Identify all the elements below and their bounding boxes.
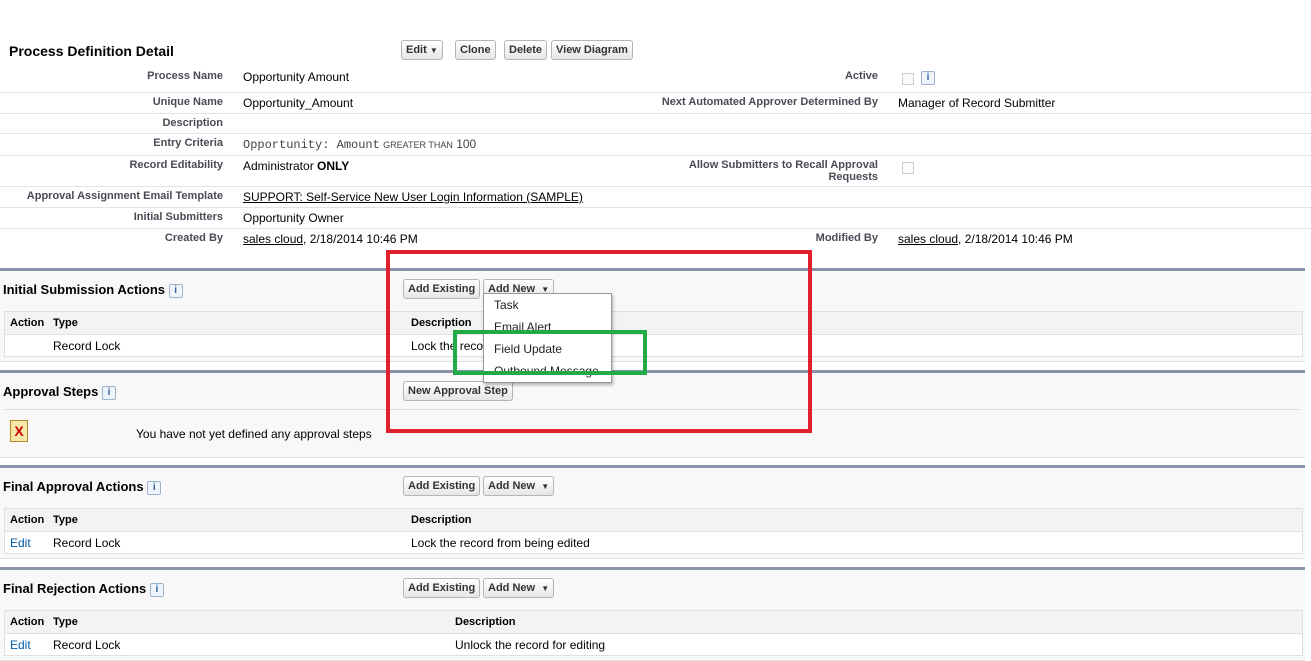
- chevron-down-icon: ▼: [429, 46, 438, 55]
- editability-text: Administrator: [243, 159, 314, 173]
- created-date: , 2/18/2014 10:46 PM: [303, 232, 418, 246]
- row-type: Record Lock: [53, 638, 121, 652]
- page-title: Process Definition Detail: [9, 43, 174, 59]
- actions-table: Action Type Description Edit Record Lock…: [4, 610, 1303, 656]
- row-type: Record Lock: [53, 339, 121, 353]
- record-editability-value: Administrator ONLY: [243, 159, 349, 173]
- actions-table: Action Type Description Edit Record Lock…: [4, 508, 1303, 554]
- add-new-label: Add New: [488, 582, 536, 594]
- column-description: Description: [411, 514, 472, 526]
- info-icon[interactable]: i: [168, 283, 183, 298]
- view-diagram-button[interactable]: View Diagram: [551, 40, 633, 60]
- modified-date: , 2/18/2014 10:46 PM: [958, 232, 1073, 246]
- column-action: Action: [10, 514, 45, 526]
- created-by-user-link[interactable]: sales cloud: [243, 232, 303, 246]
- divider: [0, 113, 1311, 114]
- section-title-text: Final Rejection Actions: [3, 581, 147, 596]
- section-title-text: Approval Steps: [3, 384, 99, 399]
- modified-by-label: Modified By: [815, 232, 878, 244]
- column-type: Type: [53, 317, 78, 329]
- section-title-text: Initial Submission Actions: [3, 282, 166, 297]
- column-type: Type: [53, 514, 78, 526]
- add-existing-button[interactable]: Add Existing: [403, 578, 481, 598]
- edit-button[interactable]: Edit ▼: [401, 40, 443, 60]
- section-title: Initial Submission Actions i: [3, 282, 183, 298]
- edit-label: Edit: [406, 44, 427, 56]
- table-header: [5, 611, 1302, 634]
- add-new-button[interactable]: Add New ▼: [483, 578, 555, 598]
- final-rejection-section: Final Rejection Actions i Add Existing A…: [0, 567, 1305, 661]
- column-action: Action: [10, 317, 45, 329]
- section-title: Approval Steps i: [3, 384, 116, 400]
- section-title: Final Approval Actions i: [3, 479, 162, 495]
- info-icon[interactable]: i: [147, 480, 162, 495]
- unique-name-label: Unique Name: [152, 96, 223, 108]
- created-by-label: Created By: [164, 232, 223, 244]
- created-by-value: sales cloud, 2/18/2014 10:46 PM: [243, 232, 418, 246]
- section-title: Final Rejection Actions i: [3, 581, 164, 597]
- chevron-down-icon: ▼: [541, 482, 550, 491]
- email-template-link[interactable]: SUPPORT: Self-Service New User Login Inf…: [243, 190, 583, 204]
- entry-operator: GREATER THAN: [383, 140, 453, 150]
- delete-button[interactable]: Delete: [504, 40, 548, 60]
- entry-criteria-value: Opportunity: Amount GREATER THAN 100: [243, 137, 476, 152]
- modified-by-user-link[interactable]: sales cloud: [898, 232, 958, 246]
- next-approver-label: Next Automated Approver Determined By: [661, 96, 878, 108]
- add-new-label: Add New: [488, 480, 536, 492]
- process-name-label: Process Name: [147, 70, 223, 82]
- allow-recall-checkbox: [902, 162, 914, 174]
- email-template-label: Approval Assignment Email Template: [26, 190, 223, 202]
- divider: [0, 228, 1311, 229]
- column-action: Action: [10, 616, 45, 628]
- edit-link[interactable]: Edit: [10, 536, 31, 550]
- next-approver-value: Manager of Record Submitter: [898, 96, 1056, 110]
- modified-by-value: sales cloud, 2/18/2014 10:46 PM: [898, 232, 1073, 246]
- add-existing-button[interactable]: Add Existing: [403, 476, 481, 496]
- info-icon[interactable]: i: [921, 71, 935, 85]
- active-checkbox: [902, 73, 914, 85]
- divider: [0, 186, 1311, 187]
- empty-message: You have not yet defined any approval st…: [136, 427, 372, 441]
- entry-value: 100: [456, 137, 477, 151]
- divider: [0, 133, 1311, 134]
- record-editability-label: Record Editability: [129, 159, 223, 171]
- column-description: Description: [455, 616, 516, 628]
- initial-submitters-value: Opportunity Owner: [243, 211, 344, 225]
- info-icon[interactable]: i: [101, 385, 116, 400]
- green-highlight-box: [453, 330, 647, 375]
- allow-recall-label: Allow Submitters to Recall Approval Requ…: [688, 159, 878, 183]
- final-approval-section: Final Approval Actions i Add Existing Ad…: [0, 465, 1305, 559]
- column-type: Type: [53, 616, 78, 628]
- unique-name-value: Opportunity_Amount: [243, 96, 354, 110]
- process-name-value: Opportunity Amount: [243, 70, 350, 84]
- no-steps-icon: X: [10, 420, 28, 442]
- active-label: Active: [844, 70, 878, 82]
- section-title-text: Final Approval Actions: [3, 479, 144, 494]
- clone-button[interactable]: Clone: [455, 40, 496, 60]
- row-description: Lock the record from being edited: [411, 536, 590, 550]
- entry-criteria-label: Entry Criteria: [153, 137, 223, 149]
- table-header: [5, 509, 1302, 532]
- divider: [0, 207, 1311, 208]
- description-label: Description: [162, 117, 223, 129]
- divider: [0, 92, 1311, 93]
- initial-submitters-label: Initial Submitters: [133, 211, 223, 223]
- chevron-down-icon: ▼: [541, 584, 550, 593]
- divider: [0, 155, 1311, 156]
- edit-link[interactable]: Edit: [10, 638, 31, 652]
- add-new-button[interactable]: Add New ▼: [483, 476, 555, 496]
- editability-bold: ONLY: [317, 159, 350, 173]
- row-description: Unlock the record for editing: [455, 638, 606, 652]
- entry-field: Opportunity: Amount: [243, 138, 380, 152]
- info-icon[interactable]: i: [149, 582, 164, 597]
- row-type: Record Lock: [53, 536, 121, 550]
